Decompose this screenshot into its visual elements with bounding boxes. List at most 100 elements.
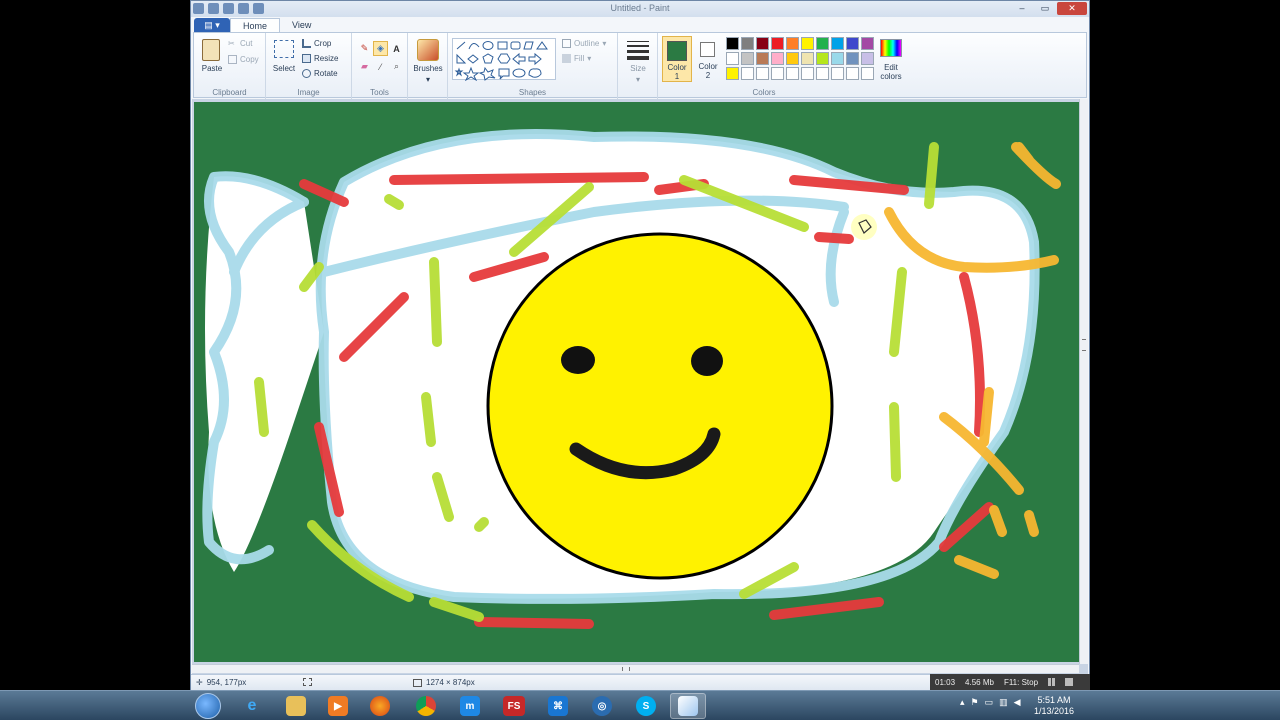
- palette-swatch[interactable]: [831, 52, 844, 65]
- scissors-icon: ✂: [228, 39, 235, 48]
- select-button[interactable]: Select: [268, 64, 300, 73]
- chevron-down-icon[interactable]: ▾: [408, 75, 448, 84]
- eraser-icon[interactable]: ▰: [357, 59, 372, 74]
- stop-icon[interactable]: [1065, 678, 1074, 686]
- color-picker-icon[interactable]: ⁄: [373, 59, 388, 74]
- edit-colors-button[interactable]: Edit colors: [872, 63, 910, 81]
- volume-icon[interactable]: ◀: [1014, 697, 1021, 708]
- taskbar-explorer[interactable]: [278, 693, 314, 719]
- network-icon[interactable]: ▥: [999, 697, 1008, 708]
- outline-button[interactable]: Outline ▾: [562, 39, 606, 48]
- clock-time: 5:51 AM: [1037, 695, 1071, 705]
- palette-swatch[interactable]: [786, 67, 799, 80]
- color-2-label-text: Color: [698, 62, 718, 71]
- palette-swatch[interactable]: [726, 52, 739, 65]
- smiley-right-eye: [691, 346, 723, 376]
- clock[interactable]: 5:51 AM 1/13/2016: [1028, 695, 1080, 717]
- palette-swatch[interactable]: [771, 67, 784, 80]
- taskbar-ie[interactable]: e: [234, 693, 270, 719]
- palette-swatch[interactable]: [801, 67, 814, 80]
- fill-bucket-icon[interactable]: ◈: [373, 41, 388, 56]
- taskbar-fs[interactable]: FS: [496, 693, 532, 719]
- battery-icon[interactable]: ▭: [985, 697, 994, 708]
- palette-swatch[interactable]: [756, 67, 769, 80]
- vertical-scrollbar[interactable]: [1079, 99, 1088, 664]
- maximize-button[interactable]: ▭: [1034, 2, 1056, 15]
- tab-home[interactable]: Home: [230, 18, 281, 33]
- taskbar-maxthon[interactable]: m: [452, 693, 488, 719]
- drawing-canvas[interactable]: [194, 102, 1079, 662]
- palette-swatch[interactable]: [741, 52, 754, 65]
- palette-swatch[interactable]: [846, 37, 859, 50]
- start-button[interactable]: [195, 693, 221, 719]
- palette-swatch[interactable]: [756, 37, 769, 50]
- shapes-gallery[interactable]: [452, 38, 556, 82]
- rotate-button[interactable]: Rotate: [302, 69, 338, 78]
- select-icon[interactable]: [274, 40, 294, 58]
- scrollbar-grip[interactable]: [622, 667, 630, 671]
- minimize-button[interactable]: –: [1011, 2, 1033, 15]
- size-lines-icon: [627, 41, 649, 60]
- palette-swatch[interactable]: [771, 37, 784, 50]
- system-tray: ▴ ⚑ ▭ ▥ ◀: [960, 697, 1021, 708]
- taskbar-skype[interactable]: S: [628, 693, 664, 719]
- palette-swatch[interactable]: [726, 67, 739, 80]
- fill-label: Fill: [574, 54, 585, 63]
- resize-button[interactable]: Resize: [302, 54, 338, 63]
- crop-icon: [302, 39, 311, 48]
- palette-swatch[interactable]: [741, 37, 754, 50]
- taskbar-app[interactable]: ⌘: [540, 693, 576, 719]
- color-2-selector[interactable]: Color 2: [694, 36, 722, 82]
- paste-button[interactable]: Paste: [196, 64, 228, 73]
- palette-swatch[interactable]: [786, 37, 799, 50]
- tab-view[interactable]: View: [280, 18, 323, 33]
- cursor-position: ✛ 954, 177px: [196, 678, 246, 687]
- brush-icon[interactable]: [417, 39, 439, 61]
- crop-button[interactable]: Crop: [302, 39, 331, 48]
- palette-swatch[interactable]: [801, 37, 814, 50]
- shapes-group: Outline ▾ Fill ▾ Shapes: [448, 33, 618, 99]
- palette-swatch[interactable]: [861, 37, 874, 50]
- paint-menu-button[interactable]: ▤ ▾: [194, 18, 230, 33]
- taskbar-app-2[interactable]: ◎: [584, 693, 620, 719]
- palette-swatch[interactable]: [846, 52, 859, 65]
- palette-swatch[interactable]: [816, 52, 829, 65]
- brushes-button[interactable]: Brushes: [408, 64, 448, 73]
- magnifier-icon[interactable]: ⌕: [389, 59, 404, 74]
- firefox-icon: [370, 696, 390, 716]
- taskbar-firefox[interactable]: [362, 693, 398, 719]
- text-tool-icon[interactable]: A: [389, 41, 404, 56]
- ribbon: Paste ✂ Cut Copy Clipboard Select Crop R…: [193, 32, 1087, 99]
- show-hidden-icons-icon[interactable]: ▴: [960, 697, 965, 708]
- palette-swatch[interactable]: [786, 52, 799, 65]
- cut-button[interactable]: ✂ Cut: [228, 39, 252, 48]
- scrollbar-grip[interactable]: [1082, 339, 1086, 351]
- horizontal-scrollbar[interactable]: [192, 664, 1079, 673]
- pencil-icon[interactable]: ✎: [357, 41, 372, 56]
- taskbar-chrome[interactable]: [408, 693, 444, 719]
- ie-icon: e: [247, 697, 257, 714]
- edit-colors-icon[interactable]: [880, 39, 902, 57]
- palette-swatch[interactable]: [816, 67, 829, 80]
- flag-icon[interactable]: ⚑: [971, 697, 979, 708]
- palette-swatch[interactable]: [726, 37, 739, 50]
- taskbar-paint[interactable]: [670, 693, 706, 719]
- color-2-swatch: [700, 42, 715, 57]
- palette-swatch[interactable]: [846, 67, 859, 80]
- close-button[interactable]: ✕: [1057, 2, 1087, 15]
- palette-swatch[interactable]: [756, 52, 769, 65]
- palette-swatch[interactable]: [771, 52, 784, 65]
- palette-swatch[interactable]: [831, 37, 844, 50]
- palette-swatch[interactable]: [741, 67, 754, 80]
- taskbar-media-player[interactable]: ▶: [320, 693, 356, 719]
- pause-icon[interactable]: [1048, 678, 1056, 686]
- color-1-swatch: [667, 41, 687, 61]
- palette-swatch[interactable]: [831, 67, 844, 80]
- stop-hotkey[interactable]: F11: Stop: [1004, 678, 1038, 687]
- fill-button[interactable]: Fill ▾: [562, 54, 591, 63]
- palette-swatch[interactable]: [816, 37, 829, 50]
- color-1-selector[interactable]: Color 1: [662, 36, 692, 82]
- paste-icon[interactable]: [202, 39, 220, 61]
- palette-swatch[interactable]: [801, 52, 814, 65]
- copy-button[interactable]: Copy: [228, 55, 259, 64]
